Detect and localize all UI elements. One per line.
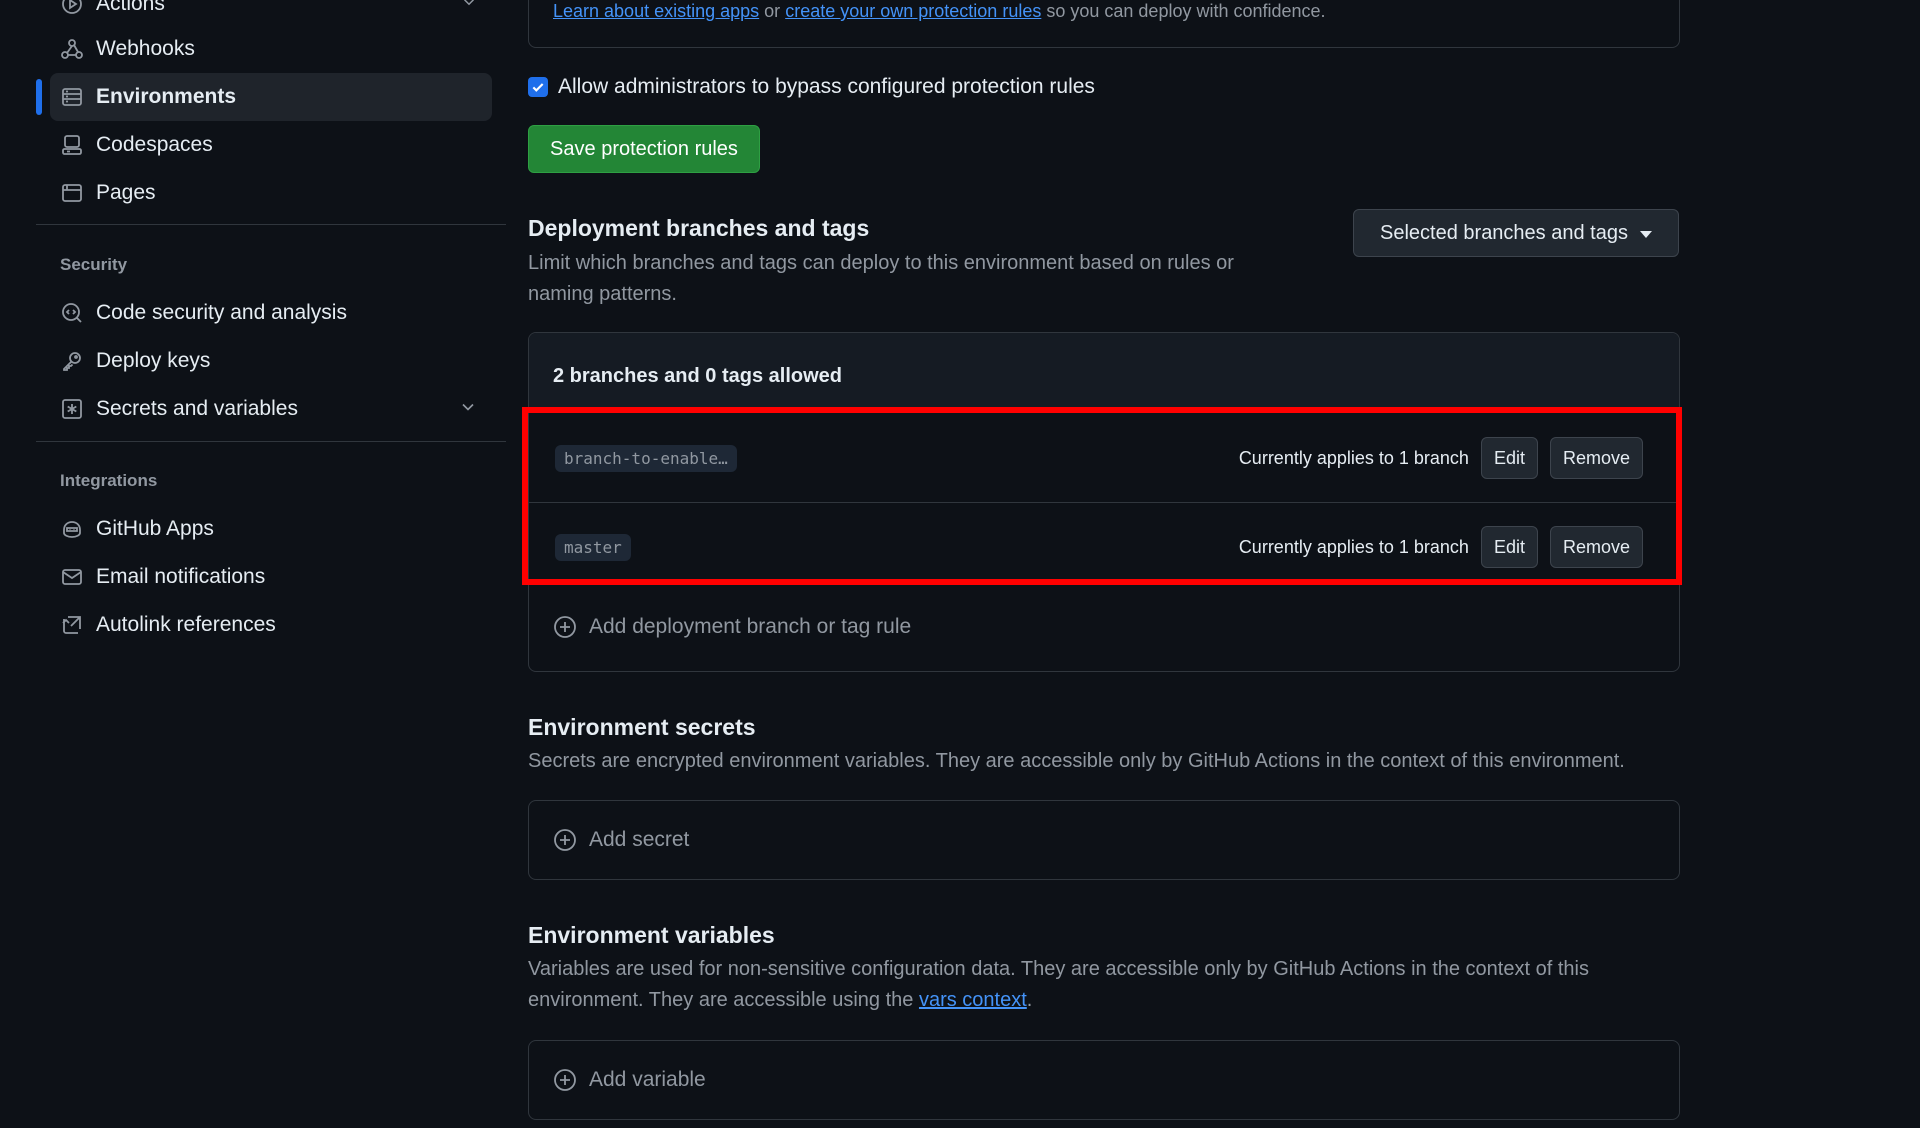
- codespaces-icon: [60, 133, 84, 157]
- learn-existing-apps-link[interactable]: Learn about existing apps: [553, 1, 759, 21]
- deployment-branches-title: Deployment branches and tags: [528, 215, 870, 241]
- section-title-integrations: Integrations: [60, 471, 158, 490]
- add-variable-row[interactable]: Add variable: [528, 1040, 1680, 1120]
- sidebar-item-label: Deploy keys: [96, 349, 211, 372]
- bypass-label[interactable]: Allow administrators to bypass configure…: [558, 75, 1095, 99]
- deployment-branches-description: Limit which branches and tags can deploy…: [528, 252, 1234, 305]
- triangle-down-icon: [1639, 222, 1652, 245]
- play-icon: [60, 0, 84, 16]
- sidebar-item-label: Email notifications: [96, 565, 266, 588]
- rules-summary: 2 branches and 0 tags allowed: [553, 365, 842, 387]
- sidebar-item-label: Autolink references: [96, 613, 276, 636]
- section-title-security: Security: [60, 255, 128, 274]
- cross-reference-icon: [60, 613, 84, 637]
- add-deployment-rule-label: Add deployment branch or tag rule: [589, 615, 912, 638]
- codescan-icon: [60, 301, 84, 325]
- sidebar-item-label: Codespaces: [96, 133, 213, 156]
- bypass-checkbox[interactable]: [528, 77, 548, 97]
- sidebar-item-secrets-and-variables[interactable]: Secrets and variables: [50, 385, 492, 433]
- variables-description-end: .: [1026, 989, 1033, 1011]
- sidebar-item-deploy-keys[interactable]: Deploy keys: [50, 337, 492, 385]
- chevron-down-icon[interactable]: [458, 397, 478, 422]
- or-text: or: [764, 1, 781, 21]
- variables-description-text: Variables are used for non-sensitive con…: [528, 958, 1589, 1011]
- environment-secrets-title: Environment secrets: [528, 714, 756, 740]
- sidebar-item-codespaces[interactable]: Codespaces: [50, 121, 492, 169]
- add-secret-label: Add secret: [589, 828, 690, 851]
- bypass-checkbox-row: Allow administrators to bypass configure…: [528, 75, 1095, 99]
- environment-secrets-description: Secrets are encrypted environment variab…: [528, 750, 1625, 772]
- sidebar-item-label: Pages: [96, 181, 156, 204]
- protection-rules-box: Learn about existing apps or create your…: [528, 0, 1680, 48]
- key-icon: [60, 349, 84, 373]
- save-protection-rules-button[interactable]: Save protection rules: [528, 125, 760, 173]
- create-protection-rules-link[interactable]: create your own protection rules: [785, 1, 1041, 21]
- sidebar-divider: [36, 441, 506, 442]
- sidebar-item-label: Secrets and variables: [96, 397, 298, 420]
- deployment-branch-policy-dropdown[interactable]: Selected branches and tags: [1353, 209, 1679, 257]
- plus-circle-icon: [553, 1068, 577, 1092]
- add-variable-label: Add variable: [589, 1068, 706, 1091]
- sidebar-item-label: Webhooks: [96, 37, 195, 60]
- active-indicator: [36, 79, 42, 115]
- mail-icon: [60, 565, 84, 589]
- asterisk-icon: [60, 397, 84, 421]
- sidebar-item-label: GitHub Apps: [96, 517, 214, 540]
- sidebar-item-autolink-references[interactable]: Autolink references: [50, 601, 492, 649]
- sidebar-divider: [36, 224, 506, 225]
- copilot-icon: [60, 517, 84, 541]
- add-deployment-rule-row[interactable]: Add deployment branch or tag rule: [529, 588, 1679, 666]
- plus-circle-icon: [553, 828, 577, 852]
- vars-context-link[interactable]: vars context: [919, 989, 1027, 1011]
- sidebar-item-label: Code security and analysis: [96, 301, 347, 324]
- sidebar-item-actions[interactable]: Actions: [50, 0, 492, 28]
- highlight-box: [522, 407, 1682, 585]
- sidebar-item-email-notifications[interactable]: Email notifications: [50, 553, 492, 601]
- sidebar-item-pages[interactable]: Pages: [50, 169, 492, 217]
- sidebar-item-label: Environments: [96, 85, 237, 108]
- environment-variables-description: Variables are used for non-sensitive con…: [528, 954, 1668, 1016]
- trailing-text: so you can deploy with confidence.: [1046, 1, 1326, 21]
- rules-box-header: 2 branches and 0 tags allowed: [529, 333, 1679, 412]
- environment-variables-title: Environment variables: [528, 922, 775, 948]
- sidebar-item-github-apps[interactable]: GitHub Apps: [50, 505, 492, 553]
- sidebar-item-label: Actions: [96, 0, 165, 15]
- browser-icon: [60, 181, 84, 205]
- chevron-down-icon[interactable]: [460, 0, 478, 16]
- webhook-icon: [60, 37, 84, 61]
- plus-circle-icon: [553, 615, 577, 639]
- dropdown-label: Selected branches and tags: [1380, 221, 1628, 244]
- sidebar-item-code-security[interactable]: Code security and analysis: [50, 289, 492, 337]
- server-icon: [60, 85, 84, 109]
- sidebar-item-environments[interactable]: Environments: [50, 73, 492, 121]
- add-secret-row[interactable]: Add secret: [528, 800, 1680, 880]
- sidebar-item-webhooks[interactable]: Webhooks: [50, 25, 492, 73]
- protection-info-text: Learn about existing apps or create your…: [553, 1, 1326, 22]
